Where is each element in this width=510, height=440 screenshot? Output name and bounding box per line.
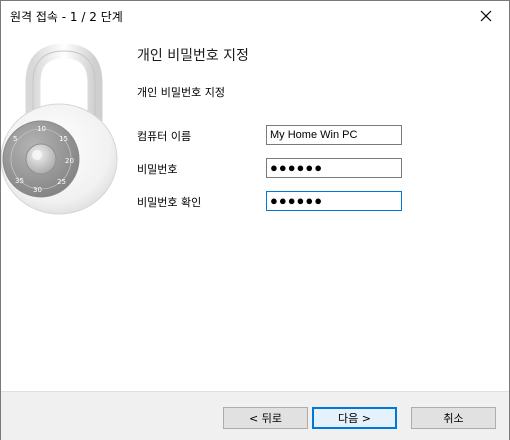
confirm-password-label: 비밀번호 확인 bbox=[137, 196, 202, 209]
svg-text:30: 30 bbox=[33, 186, 42, 194]
title-bar: 원격 접속 - 1 / 2 단계 bbox=[1, 1, 509, 31]
computer-name-input[interactable] bbox=[266, 125, 402, 145]
svg-text:5: 5 bbox=[13, 135, 17, 143]
window-title: 원격 접속 - 1 / 2 단계 bbox=[10, 10, 123, 24]
padlock-icon: 10 15 20 25 30 35 5 bbox=[1, 43, 118, 215]
svg-text:25: 25 bbox=[57, 178, 66, 186]
back-button[interactable]: < 뒤로 bbox=[223, 407, 308, 429]
svg-text:10: 10 bbox=[37, 125, 46, 133]
dialog-window: 원격 접속 - 1 / 2 단계 10 15 20 25 30 35 5 개인 … bbox=[0, 0, 510, 440]
password-input[interactable]: ●●●●●● bbox=[266, 158, 402, 178]
button-bar: < 뒤로 다음 > 취소 bbox=[1, 391, 509, 440]
svg-text:20: 20 bbox=[65, 157, 74, 165]
password-label: 비밀번호 bbox=[137, 163, 178, 176]
svg-text:35: 35 bbox=[15, 177, 24, 185]
close-icon bbox=[480, 10, 492, 22]
page-heading: 개인 비밀번호 지정 bbox=[137, 48, 249, 64]
next-button[interactable]: 다음 > bbox=[312, 407, 397, 429]
confirm-password-input[interactable]: ●●●●●● bbox=[266, 191, 402, 211]
svg-text:15: 15 bbox=[59, 135, 68, 143]
close-button[interactable] bbox=[463, 1, 509, 31]
cancel-button[interactable]: 취소 bbox=[411, 407, 496, 429]
page-subheading: 개인 비밀번호 지정 bbox=[137, 86, 225, 99]
computer-name-label: 컴퓨터 이름 bbox=[137, 130, 192, 143]
